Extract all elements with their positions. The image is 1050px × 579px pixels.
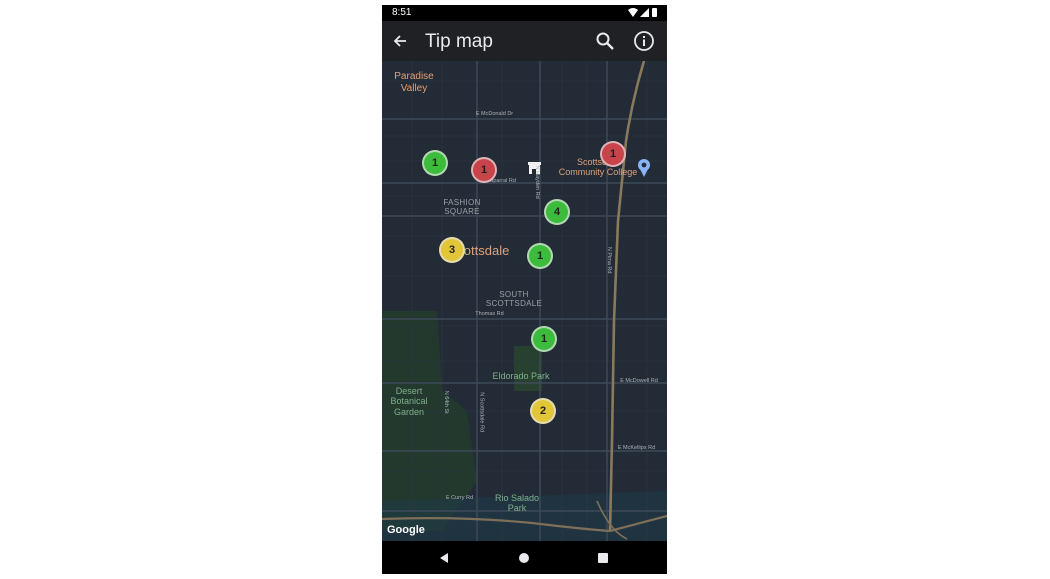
map-label-mcdowell-rd: E McDowell Rd: [620, 378, 658, 384]
system-nav-bar: [382, 541, 667, 574]
map-label-64th-st: N 64th St: [443, 390, 450, 414]
tip-cluster-marker[interactable]: 3: [439, 237, 465, 263]
map-label-paradise-valley: Paradise Valley: [394, 71, 434, 94]
tip-cluster-marker[interactable]: 2: [530, 398, 556, 424]
map-label-community-college: Scottsdale Community College: [558, 157, 638, 178]
tip-cluster-marker[interactable]: 1: [600, 141, 626, 167]
tip-cluster-marker[interactable]: 1: [527, 243, 553, 269]
nav-back-icon[interactable]: [434, 549, 454, 567]
map-label-fashion-square: FASHION SQUARE: [443, 198, 481, 217]
phone-screen: 8:51 Tip map Paradise Valley FASHION SQU…: [382, 5, 667, 574]
map-label-mcdonald-dr: E McDonald Dr: [475, 111, 514, 117]
battery-icon: [652, 8, 657, 17]
tip-cluster-marker[interactable]: 1: [422, 150, 448, 176]
search-icon[interactable]: [593, 29, 617, 53]
map-label-curry-rd: E Curry Rd: [445, 495, 474, 501]
map-view[interactable]: Paradise Valley FASHION SQUARE Scottsdal…: [382, 61, 667, 541]
page-title: Tip map: [425, 31, 493, 52]
status-bar: 8:51: [382, 5, 667, 21]
map-label-desert-botanical-garden: Desert Botanical Garden: [390, 386, 428, 417]
signal-icon: [640, 8, 649, 17]
status-icons: [627, 7, 659, 19]
map-label-pima-rd: N Pima Rd: [606, 246, 613, 274]
map-label-scottsdale-rd: N Scottsdale Rd: [478, 392, 485, 433]
info-icon[interactable]: [632, 29, 656, 53]
tip-cluster-marker[interactable]: 1: [471, 157, 497, 183]
app-bar: Tip map: [382, 21, 667, 61]
google-logo: Google: [387, 524, 425, 536]
map-label-thomas-rd: Thomas Rd: [475, 311, 504, 317]
status-time: 8:51: [392, 7, 412, 18]
tip-cluster-marker[interactable]: 1: [531, 326, 557, 352]
nav-home-icon[interactable]: [514, 549, 534, 567]
map-label-south-scottsdale: SOUTH SCOTTSDALE: [485, 290, 543, 309]
tip-cluster-marker[interactable]: 4: [544, 199, 570, 225]
wifi-icon: [628, 8, 638, 17]
map-label-mckellips-rd: E McKellips Rd: [617, 445, 656, 451]
nav-recents-icon[interactable]: [593, 549, 613, 567]
map-label-rio-salado-park: Rio Salado Park: [494, 493, 540, 514]
map-label-eldorado-park: Eldorado Park: [492, 371, 550, 381]
map-label-hayden-rd: N Hayden Rd: [534, 165, 541, 199]
arrow-back-icon[interactable]: [388, 29, 412, 53]
